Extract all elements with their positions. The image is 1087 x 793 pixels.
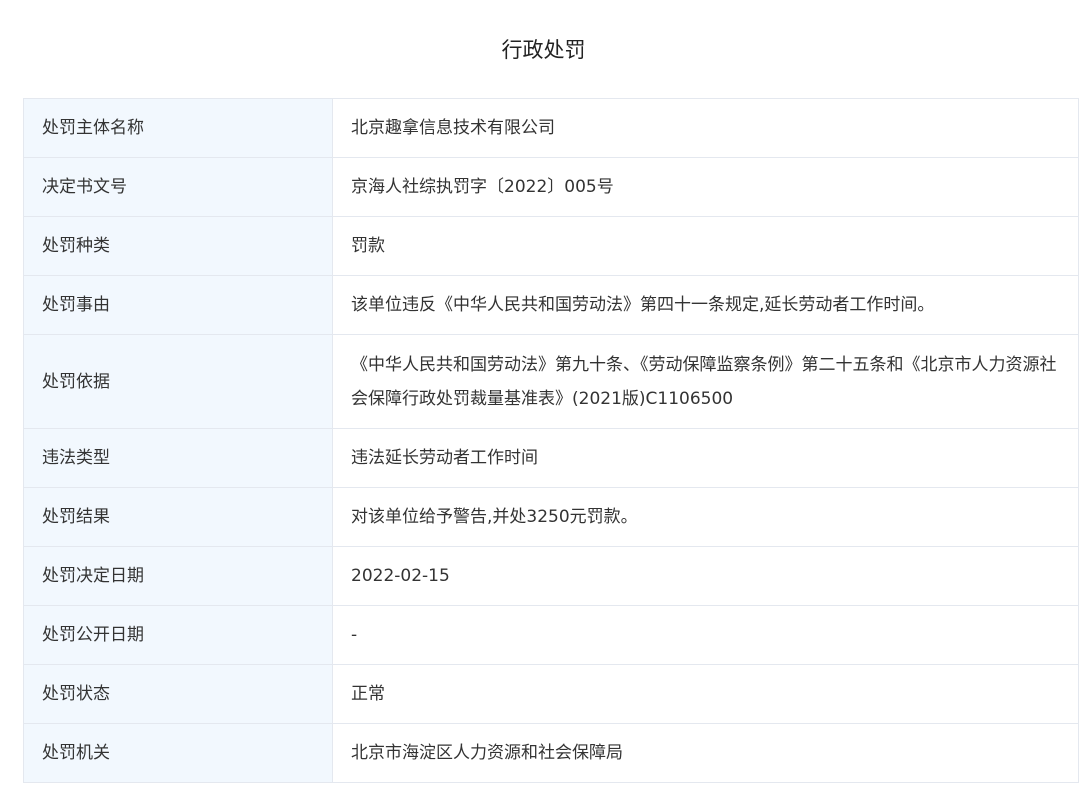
- row-label: 决定书文号: [23, 157, 333, 217]
- row-value: 对该单位给予警告,并处3250元罚款。: [332, 487, 1079, 547]
- penalty-detail-table: 处罚主体名称 北京趣拿信息技术有限公司 决定书文号 京海人社综执罚字〔2022〕…: [23, 98, 1079, 783]
- table-row: 处罚状态 正常: [23, 664, 1079, 724]
- table-row: 处罚决定日期 2022-02-15: [23, 546, 1079, 606]
- row-value: 正常: [332, 664, 1079, 724]
- page-title: 行政处罚: [501, 38, 586, 62]
- row-label: 处罚状态: [23, 664, 333, 724]
- row-value: 2022-02-15: [332, 546, 1079, 606]
- row-value: 罚款: [332, 216, 1079, 276]
- table-row: 处罚机关 北京市海淀区人力资源和社会保障局: [23, 723, 1079, 783]
- row-label: 处罚主体名称: [23, 98, 333, 158]
- row-label: 违法类型: [23, 428, 333, 488]
- row-label: 处罚依据: [23, 334, 333, 429]
- row-label: 处罚公开日期: [23, 605, 333, 665]
- table-row: 处罚公开日期 -: [23, 605, 1079, 665]
- table-row: 违法类型 违法延长劳动者工作时间: [23, 428, 1079, 488]
- table-row: 处罚依据 《中华人民共和国劳动法》第九十条、《劳动保障监察条例》第二十五条和《北…: [23, 334, 1079, 429]
- table-row: 处罚事由 该单位违反《中华人民共和国劳动法》第四十一条规定,延长劳动者工作时间。: [23, 275, 1079, 335]
- row-label: 处罚决定日期: [23, 546, 333, 606]
- row-value: 北京趣拿信息技术有限公司: [332, 98, 1079, 158]
- penalty-detail-page: 行政处罚 处罚主体名称 北京趣拿信息技术有限公司 决定书文号 京海人社综执罚字〔…: [0, 0, 1087, 793]
- table-row: 处罚种类 罚款: [23, 216, 1079, 276]
- row-label: 处罚机关: [23, 723, 333, 783]
- table-row: 处罚主体名称 北京趣拿信息技术有限公司: [23, 98, 1079, 158]
- row-value: 违法延长劳动者工作时间: [332, 428, 1079, 488]
- table-row: 决定书文号 京海人社综执罚字〔2022〕005号: [23, 157, 1079, 217]
- row-label: 处罚事由: [23, 275, 333, 335]
- row-value: 北京市海淀区人力资源和社会保障局: [332, 723, 1079, 783]
- row-value: -: [332, 605, 1079, 665]
- row-value: 《中华人民共和国劳动法》第九十条、《劳动保障监察条例》第二十五条和《北京市人力资…: [332, 334, 1079, 429]
- row-label: 处罚结果: [23, 487, 333, 547]
- row-value: 京海人社综执罚字〔2022〕005号: [332, 157, 1079, 217]
- table-row: 处罚结果 对该单位给予警告,并处3250元罚款。: [23, 487, 1079, 547]
- row-label: 处罚种类: [23, 216, 333, 276]
- row-value: 该单位违反《中华人民共和国劳动法》第四十一条规定,延长劳动者工作时间。: [332, 275, 1079, 335]
